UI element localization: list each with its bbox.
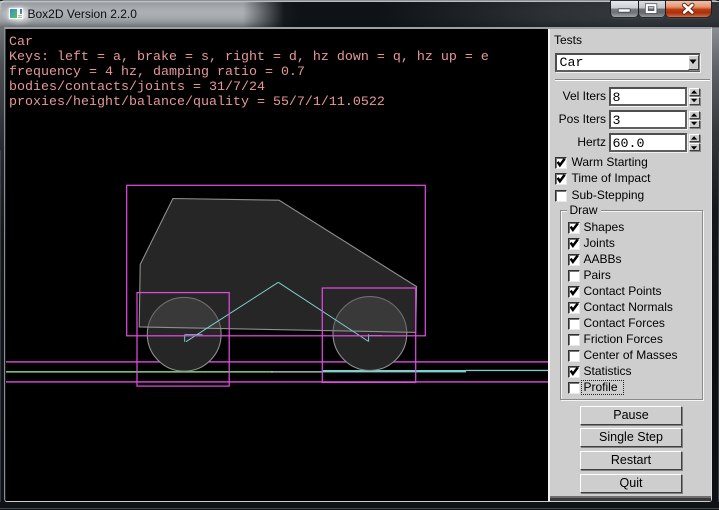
svg-text:frequency = 4 hz, damping rati: frequency = 4 hz, damping ratio = 0.7 xyxy=(9,65,305,80)
svg-text:proxies/height/balance/quality: proxies/height/balance/quality = 55/7/1/… xyxy=(9,95,385,110)
svg-text:Car: Car xyxy=(9,35,33,50)
svg-text:bodies/contacts/joints = 31/7/: bodies/contacts/joints = 31/7/24 xyxy=(9,80,265,95)
svg-text:Keys: left = a, brake = s, rig: Keys: left = a, brake = s, right = d, hz… xyxy=(9,50,489,65)
